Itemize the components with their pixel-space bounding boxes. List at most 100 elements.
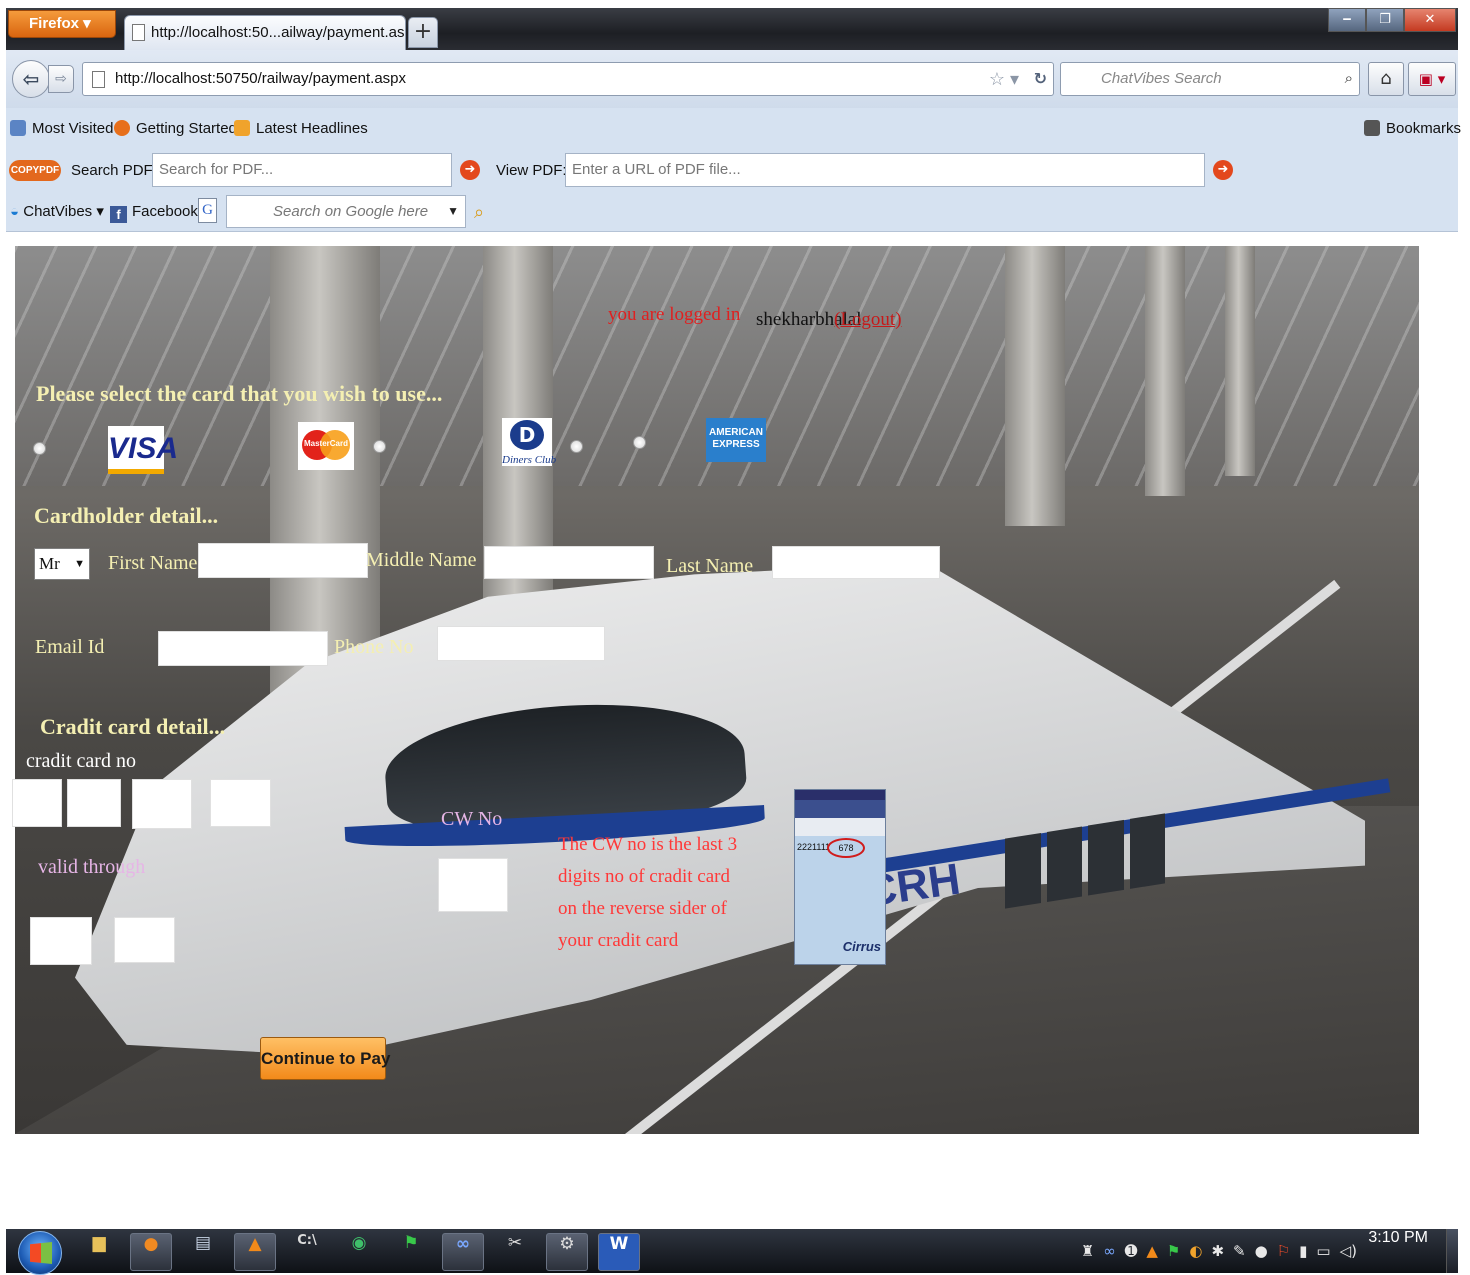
station-pillar: [1145, 246, 1185, 496]
settings-icon[interactable]: ⚙: [546, 1233, 588, 1271]
url-text: http://localhost:50750/railway/payment.a…: [115, 70, 406, 87]
chrome-icon[interactable]: ◉: [338, 1233, 380, 1271]
volume-icon[interactable]: ◁): [1340, 1242, 1357, 1260]
visa-logo: VISA: [108, 426, 178, 474]
go-icon[interactable]: ➜: [460, 160, 480, 180]
google-search-input[interactable]: Search on Google here ▼: [226, 195, 466, 228]
view-pdf-label: View PDF:: [496, 162, 567, 179]
visual-studio-icon[interactable]: ∞: [442, 1233, 484, 1271]
go-icon[interactable]: ➜: [1213, 160, 1233, 180]
continue-to-pay-button[interactable]: Continue to Pay: [260, 1037, 390, 1080]
tray-flag-icon[interactable]: ⚑: [1167, 1242, 1180, 1260]
phone-label: Phone No: [334, 636, 414, 658]
back-button[interactable]: ⇦: [12, 60, 50, 98]
tray-tool-icon[interactable]: ✎: [1233, 1242, 1246, 1260]
expiry-year-field[interactable]: [114, 917, 175, 963]
bookmarks-icon: [1364, 120, 1380, 136]
notepad-icon[interactable]: ▤: [182, 1233, 224, 1271]
view-pdf-input[interactable]: Enter a URL of PDF file...: [565, 153, 1205, 187]
tool-icon[interactable]: ✂: [494, 1233, 536, 1271]
radio-mastercard[interactable]: [373, 440, 386, 453]
home-icon[interactable]: ⌂: [1368, 62, 1404, 96]
first-name-label: First Name: [108, 552, 198, 574]
card-number-part-4[interactable]: [210, 779, 271, 827]
action-center-icon[interactable]: ⚐: [1277, 1242, 1290, 1260]
search-icon[interactable]: ⌕: [474, 192, 484, 232]
cardholder-heading: Cardholder detail...: [34, 503, 219, 528]
word-icon[interactable]: W: [598, 1233, 640, 1271]
chevron-down-icon: ▼: [74, 558, 85, 570]
expiry-month-field[interactable]: [30, 917, 92, 965]
phone-field[interactable]: [437, 626, 605, 661]
windows-taskbar: ▆ ● ▤ ▲ C:\ ◉ ⚑ ∞ ✂ ⚙ W ♜ ∞ ➊ ▲ ⚑ ◐ ✱ ✎ …: [6, 1229, 1458, 1275]
vlc-icon[interactable]: ▲: [234, 1233, 276, 1271]
pdf-toolbar: COPYPDF Search PDF: Search for PDF... ➜ …: [6, 150, 1458, 192]
tray-app-icon[interactable]: ♜: [1081, 1242, 1094, 1260]
card-select-heading: Please select the card that you wish to …: [36, 381, 443, 406]
google-icon[interactable]: G: [198, 198, 217, 223]
first-name-field[interactable]: [198, 543, 368, 578]
card-number-part-2[interactable]: [67, 779, 121, 827]
search-icon[interactable]: ⌕: [1345, 63, 1353, 95]
bookmark-getting-started[interactable]: Getting Started: [114, 108, 237, 150]
last-name-field[interactable]: [772, 546, 940, 579]
amex-logo: AMERICAN EXPRESS: [706, 418, 766, 462]
radio-amex[interactable]: [633, 436, 646, 449]
star-icon[interactable]: ☆ ▾: [989, 63, 1019, 95]
search-pdf-input[interactable]: Search for PDF...: [152, 153, 452, 187]
navigation-toolbar: ⇦ ⇨ http://localhost:50750/railway/payme…: [6, 50, 1458, 108]
tray-vlc-icon[interactable]: ▲: [1146, 1242, 1158, 1260]
bookmark-most-visited[interactable]: Most Visited: [10, 108, 113, 150]
copypdf-logo: COPYPDF: [9, 160, 61, 181]
cvv-field[interactable]: [438, 858, 508, 912]
tray-orange-icon[interactable]: ◐: [1189, 1242, 1202, 1260]
clock[interactable]: 3:10 PM: [1368, 1229, 1428, 1247]
explorer-icon[interactable]: ▆: [78, 1233, 120, 1271]
cmd-icon[interactable]: C:\: [286, 1233, 328, 1271]
bookmarks-menu[interactable]: Bookmarks: [1364, 108, 1461, 150]
flag-app-icon[interactable]: ⚑: [390, 1233, 432, 1271]
show-desktop-button[interactable]: [1446, 1229, 1458, 1273]
card-number-part-3[interactable]: [132, 779, 192, 829]
chevron-down-icon[interactable]: ▼: [447, 196, 459, 227]
firefox-menu-button[interactable]: Firefox ▾: [8, 10, 116, 38]
close-icon[interactable]: ✕: [1404, 8, 1456, 32]
url-bar[interactable]: http://localhost:50750/railway/payment.a…: [82, 62, 1054, 96]
logout-link[interactable]: (Logout): [834, 309, 902, 331]
minimize-icon[interactable]: ‒: [1328, 8, 1366, 32]
tray-bubble-icon[interactable]: ●: [1255, 1242, 1268, 1260]
last-name-label: Last Name: [666, 555, 754, 577]
forward-button[interactable]: ⇨: [48, 65, 74, 93]
bookmark-latest-headlines[interactable]: Latest Headlines: [234, 108, 368, 150]
tab-payment[interactable]: http://localhost:50...ailway/payment.asp…: [124, 15, 406, 50]
facebook-button[interactable]: f Facebook: [110, 192, 198, 232]
network-icon[interactable]: ▭: [1316, 1242, 1330, 1260]
email-field[interactable]: [158, 631, 328, 666]
firefox-icon[interactable]: ●: [130, 1233, 172, 1271]
reload-icon[interactable]: ↻: [1034, 63, 1047, 95]
tray-infinity-icon[interactable]: ∞: [1103, 1242, 1116, 1260]
new-tab-button[interactable]: +: [408, 17, 438, 48]
diners-club-logo: D Diners Club: [502, 418, 556, 466]
rss-icon: [234, 120, 250, 136]
valid-through-label: valid through: [38, 856, 146, 878]
addon-icon[interactable]: ▣ ▾: [1408, 62, 1456, 96]
power-icon[interactable]: ▮: [1299, 1242, 1307, 1260]
bluetooth-icon[interactable]: ✱: [1211, 1242, 1224, 1260]
mastercard-logo: MasterCard: [298, 422, 354, 470]
radio-diners[interactable]: [570, 440, 583, 453]
logged-in-text: you are logged in: [608, 304, 741, 325]
search-placeholder: ChatVibes Search: [1101, 70, 1222, 87]
chatvibes-toolbar: ◒ ChatVibes ▾ f Facebook G Search on Goog…: [6, 192, 1458, 232]
middle-name-field[interactable]: [484, 546, 654, 579]
card-number-part-1[interactable]: [12, 779, 62, 827]
chatvibes-menu[interactable]: ◒ ChatVibes ▾: [10, 192, 104, 232]
radio-visa[interactable]: [33, 442, 46, 455]
chatvibes-icon: ◒: [10, 203, 20, 220]
tray-update-icon[interactable]: ➊: [1125, 1242, 1138, 1260]
start-button[interactable]: [18, 1231, 62, 1275]
search-bar[interactable]: ChatVibes Search ⌕: [1060, 62, 1360, 96]
maximize-icon[interactable]: ❐: [1366, 8, 1404, 32]
title-select[interactable]: Mr ▼: [34, 548, 90, 580]
window-controls: ‒ ❐ ✕: [1328, 8, 1456, 32]
